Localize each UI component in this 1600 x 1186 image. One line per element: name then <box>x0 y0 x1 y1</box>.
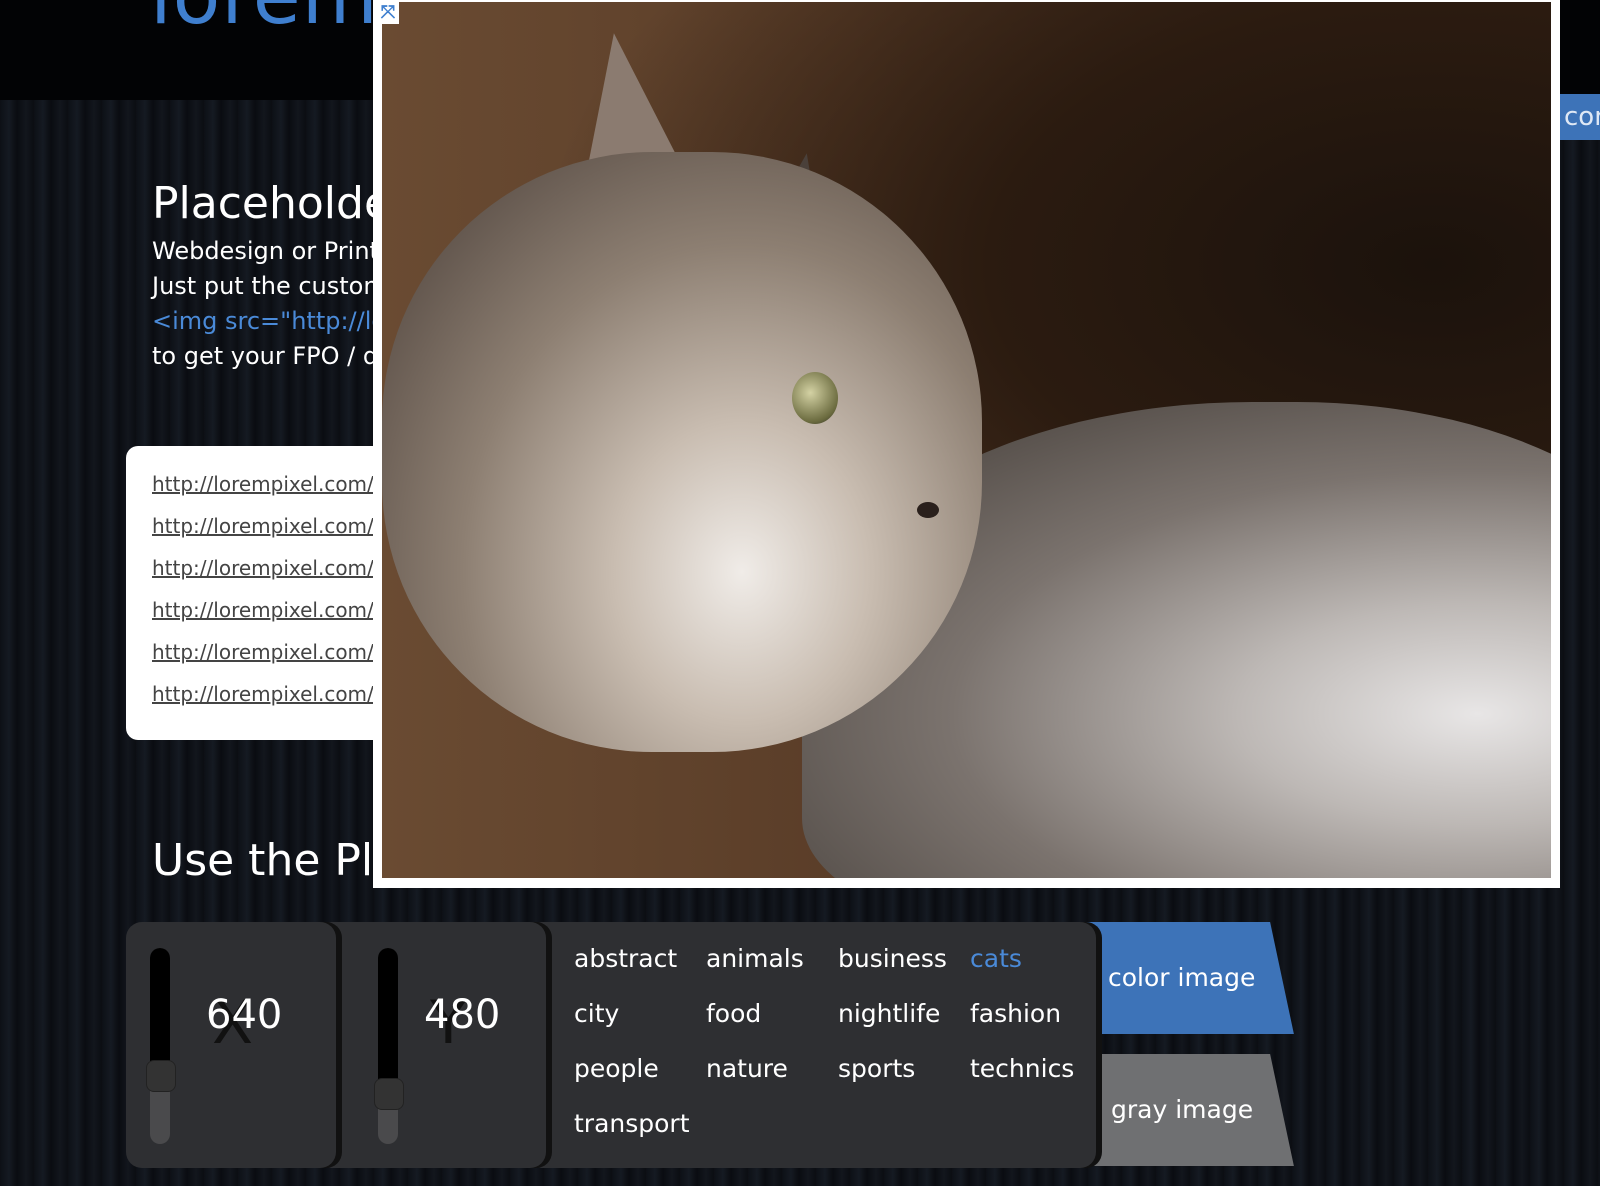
category-segment: abstract animals business cats city food… <box>526 922 1096 1168</box>
category-nature[interactable]: nature <box>706 1054 788 1083</box>
intro-text: Webdesign or Print Just put the custom <… <box>152 234 393 374</box>
example-link[interactable]: http://lorempixel.com/ <box>152 598 374 622</box>
fullscreen-close-icon[interactable]: ⤧ <box>377 2 399 24</box>
cat-head-shape <box>382 152 982 752</box>
generator-heading: Use the Pla <box>152 835 401 886</box>
category-sports[interactable]: sports <box>838 1054 915 1083</box>
category-people[interactable]: people <box>574 1054 659 1083</box>
slider-track <box>378 948 398 1092</box>
height-value[interactable]: Y 480 <box>424 988 500 1058</box>
category-cats[interactable]: cats <box>970 944 1022 973</box>
category-business[interactable]: business <box>838 944 947 973</box>
width-slider[interactable] <box>146 948 176 1144</box>
example-link[interactable]: http://lorempixel.com/ <box>152 682 374 706</box>
color-image-label: color image <box>1108 963 1256 992</box>
slider-knob[interactable] <box>374 1078 404 1110</box>
category-food[interactable]: food <box>706 999 761 1028</box>
example-link[interactable]: http://lorempixel.com/ <box>152 556 374 580</box>
width-value[interactable]: X 640 <box>206 988 282 1058</box>
intro-line: Webdesign or Print <box>152 237 379 265</box>
cat-photo <box>382 2 1551 878</box>
example-link[interactable]: http://lorempixel.com/ <box>152 472 374 496</box>
side-tab[interactable]: com <box>1560 94 1600 140</box>
color-image-button[interactable]: color image <box>1070 922 1294 1034</box>
intro-line: to get your FPO / du <box>152 342 394 370</box>
width-segment: X 640 <box>126 922 336 1168</box>
example-link[interactable]: http://lorempixel.com/ <box>152 514 374 538</box>
category-abstract[interactable]: abstract <box>574 944 677 973</box>
category-nightlife[interactable]: nightlife <box>838 999 940 1028</box>
category-transport[interactable]: transport <box>574 1109 690 1138</box>
cat-nose-shape <box>917 502 939 518</box>
slider-track <box>150 948 170 1074</box>
height-slider[interactable] <box>374 948 404 1144</box>
category-animals[interactable]: animals <box>706 944 804 973</box>
gray-image-label: gray image <box>1110 1095 1254 1124</box>
cat-eye-shape <box>792 372 838 424</box>
category-fashion[interactable]: fashion <box>970 999 1061 1028</box>
gray-image-button[interactable]: gray image <box>1070 1054 1294 1166</box>
category-technics[interactable]: technics <box>970 1054 1074 1083</box>
page-title: Placeholder <box>152 178 410 229</box>
logo[interactable]: lorem <box>150 0 379 42</box>
image-lightbox: ⤧ <box>373 0 1560 888</box>
intro-code: <img src="http://lo <box>152 307 387 335</box>
category-city[interactable]: city <box>574 999 619 1028</box>
example-link[interactable]: http://lorempixel.com/ <box>152 640 374 664</box>
slider-knob[interactable] <box>146 1060 176 1092</box>
intro-line: Just put the custom <box>152 272 387 300</box>
height-segment: Y 480 <box>316 922 546 1168</box>
